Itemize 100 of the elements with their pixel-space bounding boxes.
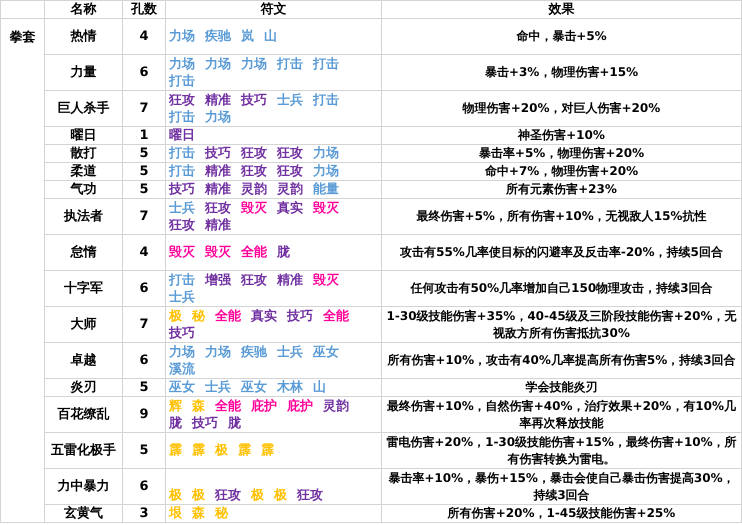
hole-count: 7 — [139, 208, 149, 224]
item-name: 大师 — [70, 316, 96, 332]
rune-label: 能量 — [313, 182, 339, 197]
rune-label: 技巧 — [169, 326, 195, 340]
hole-count: 5 — [139, 442, 149, 458]
rune-label: 打击 — [169, 110, 195, 124]
rune-label: 力场 — [169, 344, 195, 360]
rune-label: 山 — [264, 29, 277, 44]
rune-label: 毁灭 — [313, 200, 339, 216]
rune-label: 打击 — [169, 272, 195, 288]
rune-label: 力场 — [169, 56, 195, 72]
rune-label: 精准 — [205, 182, 231, 197]
rune-label: 打击 — [169, 146, 195, 161]
rune-label: 岚 — [241, 29, 254, 44]
rune-label: 秘 — [192, 308, 205, 324]
effect-text: 命中+7%，物理伤害+20% — [484, 164, 638, 178]
rune-label: 狂攻 — [169, 218, 195, 232]
rune-label: 疾驰 — [205, 29, 231, 44]
rune-label: 曜日 — [169, 128, 195, 143]
rune-label: 打击 — [169, 74, 195, 88]
rune-label: 狂攻 — [241, 164, 267, 179]
column-header: 孔数 — [122, 0, 166, 18]
item-name: 散打 — [70, 146, 96, 160]
item-name: 巨人杀手 — [58, 100, 110, 116]
rune-label: 技巧 — [241, 92, 267, 108]
rune-label: 山 — [313, 380, 326, 395]
rune-label: 真实 — [277, 200, 303, 216]
rune-label: 狂攻 — [241, 146, 267, 161]
rune-label: 力场 — [205, 344, 231, 360]
effect-text: 最终伤害+5%，所有伤害+10%，无视敌人15%抗性 — [416, 209, 706, 223]
hole-count: 6 — [139, 352, 149, 368]
rune-label: 巫女 — [169, 380, 195, 395]
effect-text: 1-30级技能伤害+35%，40-45级及三阶段技能伤害+20%，无视敌方所有伤害抵抗30% — [386, 308, 736, 340]
hole-count: 5 — [139, 182, 149, 196]
rune-label: 力场 — [205, 110, 231, 124]
hole-count: 7 — [139, 316, 149, 332]
item-name: 玄黄气 — [64, 506, 103, 520]
item-name: 力量 — [70, 64, 96, 80]
rune-label: 精准 — [205, 164, 231, 179]
hole-count: 1 — [139, 128, 149, 142]
hole-count: 6 — [139, 64, 149, 80]
rune-label: 毁灭 — [205, 245, 231, 260]
rune-label: 疾驰 — [241, 344, 267, 360]
rune-label: 极 — [192, 488, 205, 503]
effect-text: 暴击率+5%，物理伤害+20% — [478, 146, 644, 160]
rune-label: 技巧 — [192, 416, 218, 430]
rune-label: 打击 — [169, 164, 195, 179]
effect-text: 暴击+3%，物理伤害+15% — [484, 65, 638, 79]
rune-label: 极 — [169, 308, 182, 324]
rune-label: 胧 — [228, 416, 241, 430]
rune-label: 精准 — [205, 218, 231, 232]
rune-label: 全能 — [241, 245, 267, 260]
hole-count: 6 — [139, 478, 149, 494]
rune-label: 毁灭 — [241, 200, 267, 216]
effect-text: 所有元素伤害+23% — [506, 182, 617, 196]
hole-count: 7 — [139, 100, 149, 116]
effect-text: 所有伤害+20%，1-45级技能伤害+25% — [448, 506, 676, 520]
effect-text: 神圣伤害+10% — [518, 128, 605, 142]
rune-label: 狂攻 — [241, 272, 267, 288]
rune-label: 力场 — [313, 164, 339, 179]
item-name: 怠惰 — [70, 244, 96, 260]
item-name: 百花缭乱 — [58, 406, 110, 422]
rune-label: 打击 — [277, 56, 303, 72]
item-name: 柔道 — [70, 164, 96, 178]
rune-label: 狂攻 — [297, 488, 323, 503]
rune-label: 打击 — [313, 56, 339, 72]
hole-count: 5 — [139, 164, 149, 178]
rune-label: 霹 — [192, 443, 205, 458]
hole-count: 5 — [139, 146, 149, 160]
rune-label: 霹 — [238, 443, 251, 458]
rune-label: 力场 — [313, 146, 339, 161]
rune-label: 全能 — [215, 398, 241, 414]
effect-text: 雷电伤害+20%，1-30级技能伤害+15%，最终伤害+10%，所有伤害转换为雷电。 — [386, 434, 737, 466]
item-name: 卓越 — [70, 352, 96, 368]
item-name: 执法者 — [64, 208, 103, 224]
item-name: 力中暴力 — [58, 478, 110, 494]
rune-label: 狂攻 — [277, 146, 303, 161]
effect-text: 命中，暴击+5% — [516, 29, 607, 43]
rune-label: 极 — [274, 488, 287, 503]
column-header: 名称 — [44, 0, 122, 18]
rune-label: 士兵 — [277, 92, 303, 108]
rune-label: 木林 — [277, 380, 303, 395]
rune-label: 士兵 — [277, 344, 303, 360]
rune-label: 力场 — [241, 56, 267, 72]
rune-label: 森 — [192, 398, 205, 414]
rune-label: 垠 — [169, 506, 182, 521]
rune-label: 力场 — [205, 56, 231, 72]
item-name: 曜日 — [70, 128, 96, 142]
rune-label: 增强 — [205, 272, 231, 288]
rune-label: 狂攻 — [169, 92, 195, 108]
rune-label: 庇护 — [251, 398, 277, 414]
rune-label: 秘 — [215, 506, 228, 521]
effect-text: 任何攻击有50%几率增加自己150物理攻击，持续3回合 — [410, 281, 713, 295]
rune-label: 技巧 — [287, 308, 313, 324]
rune-label: 巫女 — [241, 380, 267, 395]
category-label: 拳套 — [10, 30, 36, 45]
item-name: 五雷化极手 — [51, 442, 116, 458]
hole-count: 5 — [139, 380, 149, 394]
rune-label: 打击 — [313, 92, 339, 108]
rune-label: 技巧 — [169, 182, 195, 197]
